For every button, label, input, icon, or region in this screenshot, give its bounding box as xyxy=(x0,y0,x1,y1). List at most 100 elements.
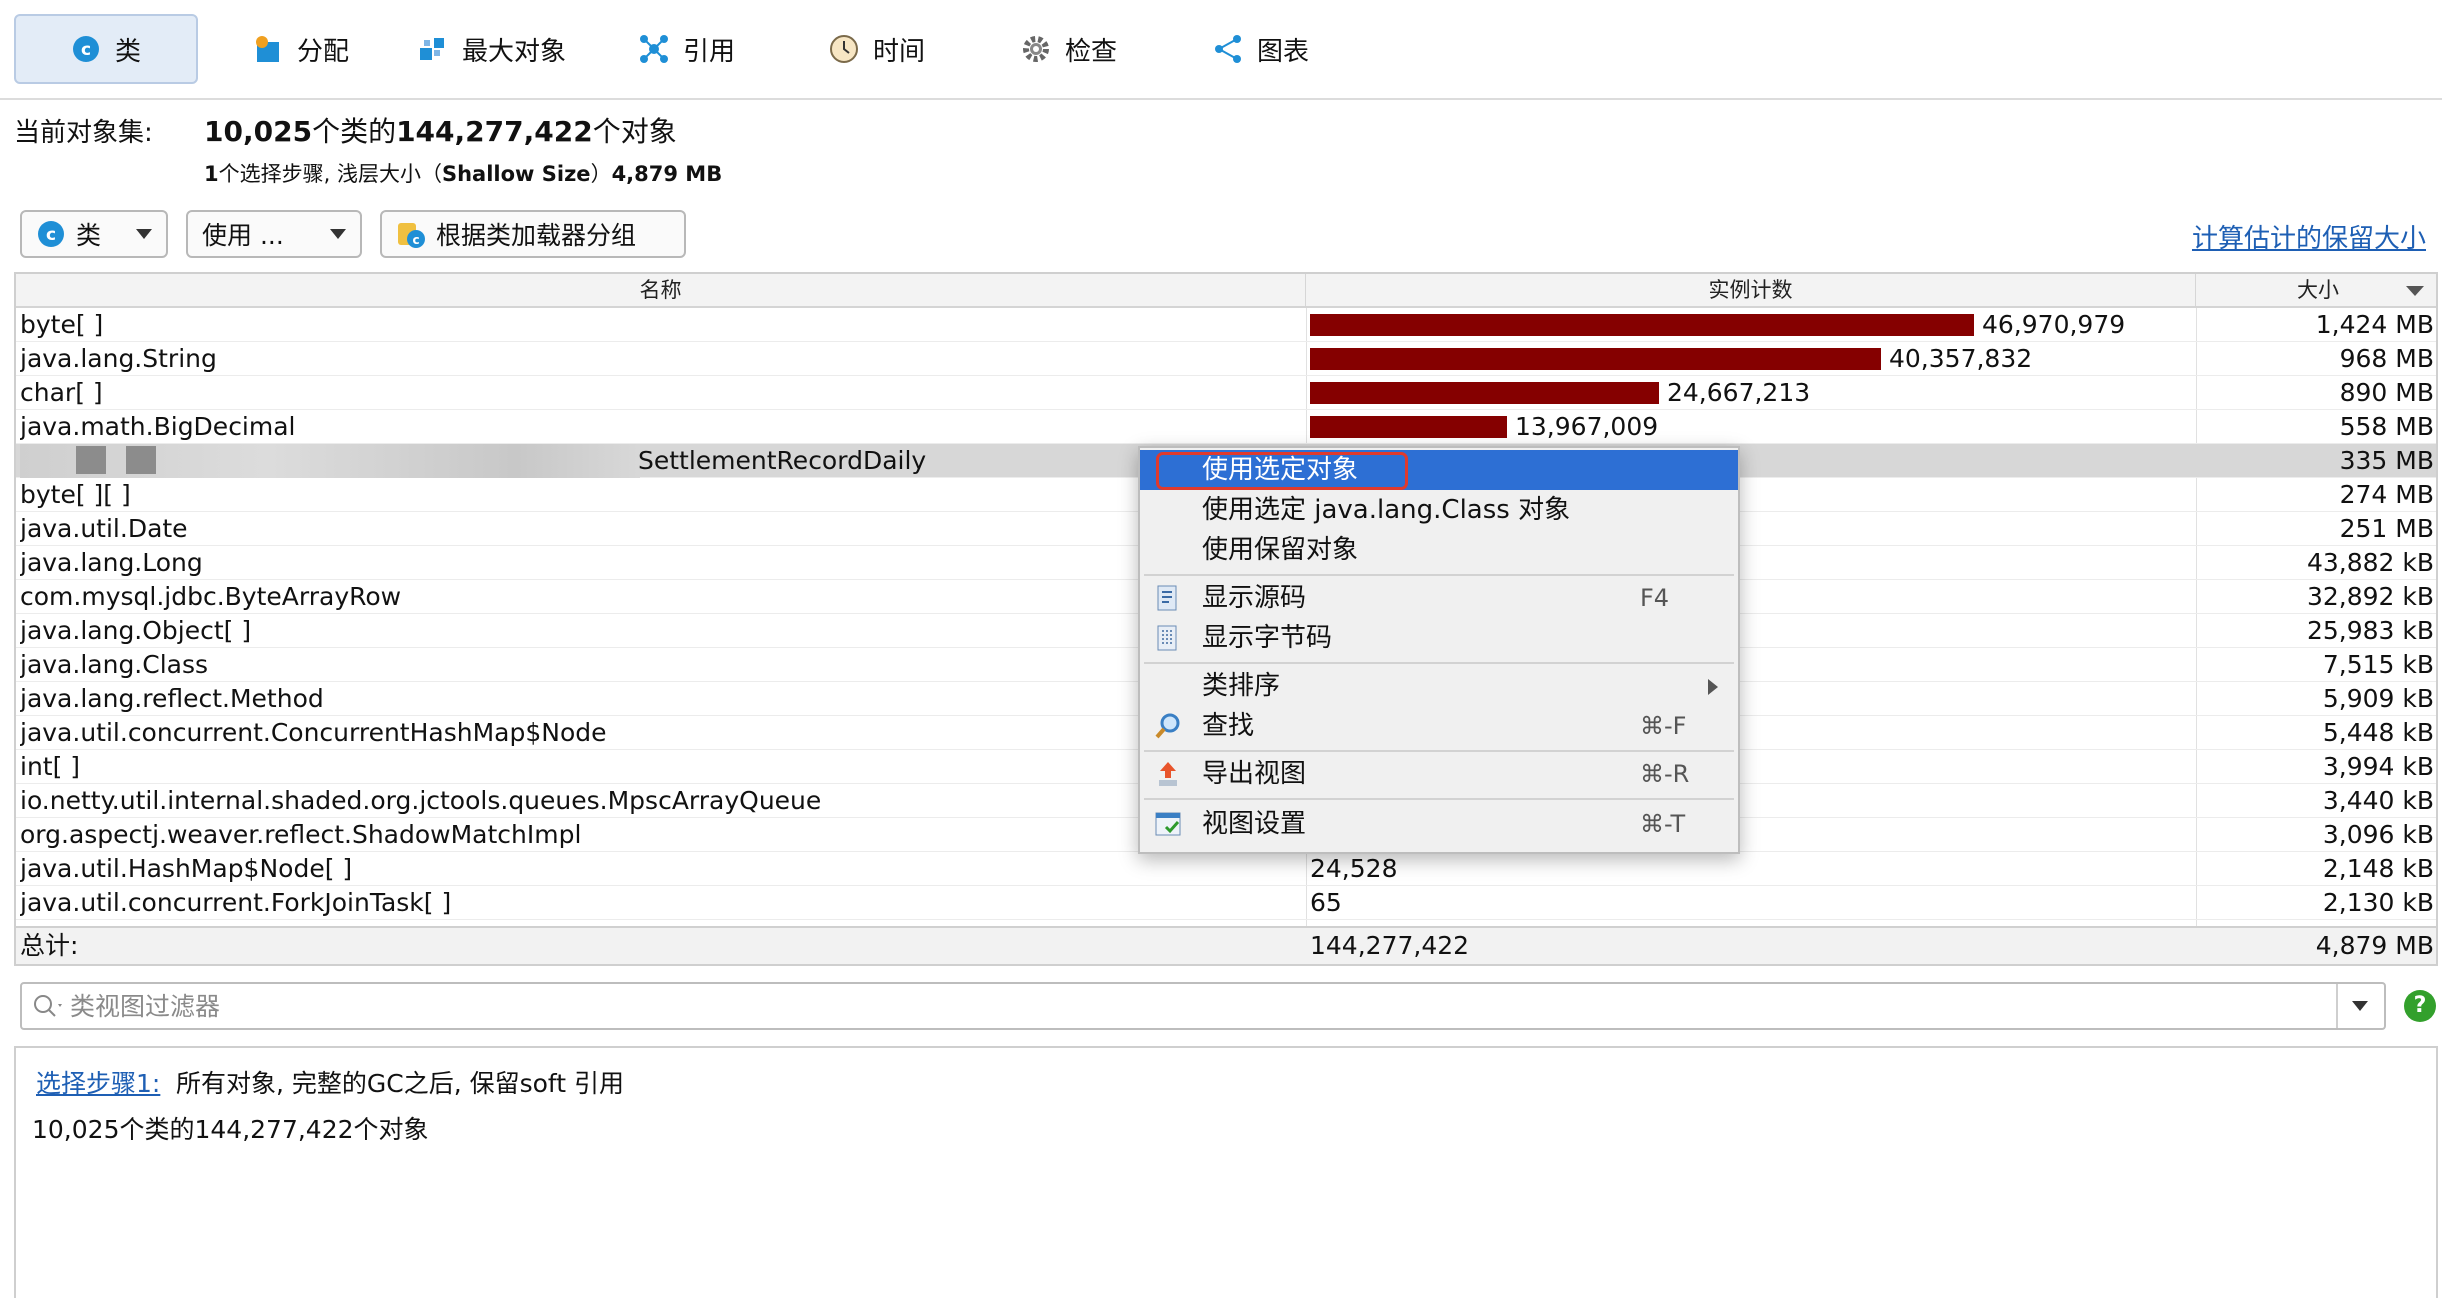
calculate-retained-size-link[interactable]: 计算估计的保留大小 xyxy=(2192,218,2426,255)
search-icon[interactable] xyxy=(32,992,66,1028)
menu-item-export-view[interactable]: 导出视图 ⌘-R xyxy=(1140,754,1738,794)
table-row[interactable]: java.math.BigDecimal 13,967,009 558 MB xyxy=(16,410,2436,444)
total-size: 4,879 MB xyxy=(2315,931,2434,960)
selection-step-link[interactable]: 选择步骤1: xyxy=(36,1064,160,1100)
size-cell: 274 MB xyxy=(2339,480,2434,509)
filter-history-dropdown[interactable] xyxy=(2336,984,2384,1028)
size-cell: 251 MB xyxy=(2339,514,2434,543)
class-name-cell: byte[ ] xyxy=(20,310,104,339)
class-name-cell: org.aspectj.weaver.reflect.ShadowMatchIm… xyxy=(20,820,582,849)
tab-allocations[interactable]: 分配 xyxy=(236,14,366,84)
filter-input[interactable] xyxy=(70,988,2310,1024)
total-count: 144,277,422 xyxy=(1310,931,1470,960)
size-cell: 3,440 kB xyxy=(2322,786,2434,815)
class-name-cell: java.util.concurrent.ConcurrentHashMap$N… xyxy=(20,718,607,747)
table-row[interactable]: char[ ] 24,667,213 890 MB xyxy=(16,376,2436,410)
chevron-down-icon xyxy=(330,229,346,239)
table-total-row: 总计: 144,277,422 4,879 MB xyxy=(16,926,2436,964)
menu-item-view-settings[interactable]: 视图设置 ⌘-T xyxy=(1140,804,1738,844)
tab-time[interactable]: 时间 xyxy=(822,14,932,84)
table-header: 名称 实例计数 大小 xyxy=(16,274,2436,308)
allocation-icon xyxy=(253,34,283,64)
column-header-instance-count[interactable]: 实例计数 xyxy=(1306,274,2196,306)
tab-graph[interactable]: 图表 xyxy=(1206,14,1316,84)
class-name-cell: java.lang.Object[ ] xyxy=(20,616,252,645)
size-cell: 5,448 kB xyxy=(2322,718,2434,747)
use-dropdown[interactable]: 使用 ... xyxy=(186,210,362,258)
table-row[interactable]: java.util.concurrent.ForkJoinTask[ ] 65 2,… xyxy=(16,886,2436,920)
class-view-filter xyxy=(20,982,2386,1030)
instance-count-bar xyxy=(1310,348,1881,370)
view-tab-bar: c 类 分配 最大对象 引用 时间 检查 图表 xyxy=(0,0,2442,100)
class-count: 10,025 xyxy=(204,115,313,148)
instance-count-bar xyxy=(1310,416,1507,438)
column-header-size[interactable]: 大小 xyxy=(2196,274,2436,306)
selection-step-description: 所有对象, 完整的GC之后, 保留soft 引用 xyxy=(176,1069,625,1098)
redaction-block xyxy=(126,446,156,474)
step-count: 1 xyxy=(204,162,219,186)
size-cell: 890 MB xyxy=(2339,378,2434,407)
menu-item-show-bytecode[interactable]: 显示字节码 xyxy=(1140,618,1738,658)
summary-text: 个选择步骤, 浅层大小（ xyxy=(218,162,442,186)
menu-item-use-selected-class-objects[interactable]: 使用选定 java.lang.Class 对象 xyxy=(1140,490,1738,530)
biggest-objects-icon xyxy=(418,34,448,64)
instance-count-bar xyxy=(1310,382,1659,404)
tab-references[interactable]: 引用 xyxy=(632,14,742,84)
summary-text: ） xyxy=(590,162,612,186)
references-icon xyxy=(639,34,669,64)
table-row[interactable]: java.util.HashMap$Node[ ] 24,528 2,148 kB xyxy=(16,852,2436,886)
view-settings-icon xyxy=(1154,810,1182,838)
tab-classes[interactable]: c 类 xyxy=(14,14,198,84)
instance-count-cell: 24,667,213 xyxy=(1310,376,2194,410)
help-icon[interactable]: ? xyxy=(2404,990,2436,1022)
menu-item-sort-classes[interactable]: 类排序 xyxy=(1140,666,1738,706)
dropdown-label: 使用 ... xyxy=(202,221,284,250)
class-name-cell: SettlementRecordDaily xyxy=(20,444,1302,478)
menu-item-shortcut: ⌘-R xyxy=(1640,760,1690,788)
class-name-cell: com.mysql.jdbc.ByteArrayRow xyxy=(20,582,402,611)
chevron-down-icon xyxy=(2352,1001,2368,1011)
instance-count-value: 46,970,979 xyxy=(1982,310,2126,339)
button-label: 根据类加载器分组 xyxy=(436,221,637,250)
table-row[interactable]: java.lang.String 40,357,832 968 MB xyxy=(16,342,2436,376)
menu-item-use-selected-objects[interactable]: 使用选定对象 xyxy=(1140,450,1738,490)
instance-count-cell: 13,967,009 xyxy=(1310,410,2194,444)
clock-icon xyxy=(829,34,859,64)
class-name-cell: java.util.HashMap$Node[ ] xyxy=(20,854,353,883)
size-cell: 335 MB xyxy=(2339,446,2434,475)
redaction-block xyxy=(76,446,106,474)
column-header-name[interactable]: 名称 xyxy=(16,274,1306,306)
menu-item-show-source[interactable]: 显示源码 F4 xyxy=(1140,578,1738,618)
size-cell: 5,909 kB xyxy=(2322,684,2434,713)
instance-count-value: 13,967,009 xyxy=(1515,412,1659,441)
svg-text:c: c xyxy=(412,233,419,247)
table-row[interactable]: byte[ ] 46,970,979 1,424 MB xyxy=(16,308,2436,342)
menu-item-label: 显示源码 xyxy=(1202,583,1307,613)
tab-biggest-objects[interactable]: 最大对象 xyxy=(412,14,572,84)
tab-label: 分配 xyxy=(296,36,349,67)
total-label: 总计: xyxy=(20,931,79,960)
instance-count-value: 24,667,213 xyxy=(1667,378,1811,407)
menu-separator xyxy=(1144,798,1734,800)
menu-item-label: 使用保留对象 xyxy=(1202,535,1359,565)
classloader-icon: c xyxy=(396,219,426,249)
class-name-cell: java.util.concurrent.ForkJoinTask[ ] xyxy=(20,888,452,917)
menu-item-use-retained-objects[interactable]: 使用保留对象 xyxy=(1140,530,1738,570)
class-name-cell: char[ ] xyxy=(20,378,103,407)
menu-item-shortcut: F4 xyxy=(1640,584,1670,612)
group-by-classloader-button[interactable]: c 根据类加载器分组 xyxy=(380,210,686,258)
class-name-cell: java.util.Date xyxy=(20,514,188,543)
class-view-dropdown[interactable]: c 类 xyxy=(20,210,168,258)
tab-inspections[interactable]: 检查 xyxy=(1014,14,1124,84)
shallow-size-label: Shallow Size xyxy=(441,162,591,186)
bytecode-icon xyxy=(1154,624,1182,652)
tab-label: 引用 xyxy=(682,36,735,67)
current-object-set-summary: 10,025个类的144,277,422个对象 xyxy=(204,110,677,150)
export-icon xyxy=(1154,760,1182,788)
class-name-cell: java.lang.Class xyxy=(20,650,209,679)
size-cell: 43,882 kB xyxy=(2306,548,2434,577)
menu-item-find[interactable]: 查找 ⌘-F xyxy=(1140,706,1738,746)
size-cell: 25,983 kB xyxy=(2306,616,2434,645)
class-name-cell: java.lang.reflect.Method xyxy=(20,684,324,713)
class-name-cell: byte[ ][ ] xyxy=(20,480,131,509)
